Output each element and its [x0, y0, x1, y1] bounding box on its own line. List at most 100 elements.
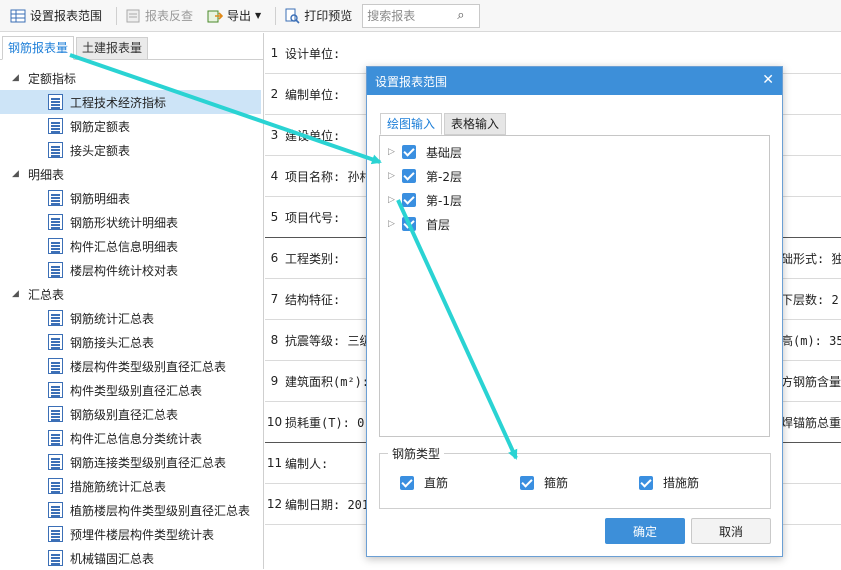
- tree-item[interactable]: 钢筋接头汇总表: [0, 330, 261, 354]
- collapse-arrow-icon[interactable]: ◢: [12, 289, 22, 299]
- tree-item-label: 钢筋明细表: [70, 191, 131, 206]
- expand-arrow-icon[interactable]: ▷: [388, 147, 402, 157]
- report-doc-icon: [48, 214, 63, 230]
- tab-table-input[interactable]: 表格输入: [444, 113, 507, 135]
- dialog-titlebar: 设置报表范围: [367, 67, 782, 95]
- tree-item[interactable]: 接头定额表: [0, 138, 261, 162]
- tree-item-label: 预埋件楼层构件类型统计表: [70, 527, 215, 542]
- rebar-type-checkbox[interactable]: [400, 475, 414, 490]
- print-preview-label: 打印预览: [304, 9, 353, 23]
- floor-label: 第-1层: [426, 193, 462, 208]
- row-number: 2: [270, 87, 279, 101]
- floor-checkbox[interactable]: [402, 193, 416, 207]
- set-report-range-dialog: 设置报表范围 ✕ 绘图输入 表格输入 ▷ 基础层 ▷ 第-2层 ▷ 第-1层 ▷ 首层 …: [366, 66, 783, 557]
- row-right-text: 础形式: 独: [781, 251, 841, 266]
- tree-item[interactable]: 钢筋定额表: [0, 114, 261, 138]
- row-number: 10: [266, 415, 283, 429]
- rebar-type-option[interactable]: 箍筋: [520, 474, 568, 491]
- export-button[interactable]: 导出 ▼: [203, 4, 265, 28]
- tree-item[interactable]: 工程技术经济指标: [0, 90, 261, 114]
- floor-item[interactable]: ▷ 第-1层: [388, 190, 462, 210]
- tree-item-label: 工程技术经济指标: [70, 95, 167, 110]
- row-right-text: 焊锚筋总重: [781, 415, 841, 430]
- export-icon: [207, 10, 224, 22]
- rebar-type-option[interactable]: 措施筋: [639, 474, 699, 491]
- search-icon[interactable]: ⌕: [457, 8, 464, 23]
- tree-group-label: 明细表: [28, 167, 65, 182]
- ok-button[interactable]: 确定: [605, 518, 685, 544]
- report-doc-icon: [48, 238, 63, 254]
- tree-item[interactable]: 措施筋统计汇总表: [0, 474, 261, 498]
- print-preview-button[interactable]: 打印预览: [280, 4, 356, 28]
- floor-item[interactable]: ▷ 基础层: [388, 142, 462, 162]
- row-number: 9: [270, 374, 279, 388]
- floor-item[interactable]: ▷ 首层: [388, 214, 450, 234]
- table-settings-icon: [10, 9, 26, 22]
- dropdown-arrow-icon: ▼: [255, 11, 262, 20]
- rebar-type-label: 箍筋: [544, 476, 569, 490]
- tree-group-summary[interactable]: ◢ 汇总表: [0, 282, 263, 306]
- rebar-type-checkbox[interactable]: [520, 475, 534, 490]
- row-caption: 编制人:: [285, 456, 329, 471]
- tree-item[interactable]: 钢筋连接类型级别直径汇总表: [0, 450, 261, 474]
- floor-checkbox[interactable]: [402, 169, 416, 183]
- expand-arrow-icon[interactable]: ▷: [388, 219, 402, 229]
- row-right-text: 方钢筋含量: [781, 374, 841, 389]
- row-caption: 抗震等级: 三级: [285, 333, 372, 348]
- tree-item[interactable]: 钢筋形状统计明细表: [0, 210, 261, 234]
- tree-item-label: 构件类型级别直径汇总表: [70, 383, 203, 398]
- report-doc-icon: [48, 358, 63, 374]
- tree-item[interactable]: 预埋件楼层构件类型统计表: [0, 522, 261, 546]
- report-doc-icon: [48, 382, 63, 398]
- report-doc-icon: [48, 94, 63, 110]
- tree-item[interactable]: 钢筋级别直径汇总表: [0, 402, 261, 426]
- tree-item[interactable]: 钢筋统计汇总表: [0, 306, 261, 330]
- report-tree-panel: 钢筋报表量 土建报表量 ◢ 定额指标 工程技术经济指标 钢筋定额表 接头定额表 ◢…: [0, 33, 264, 569]
- row-caption: 编制日期: 2018: [285, 497, 377, 512]
- tree-group-label: 定额指标: [28, 71, 77, 86]
- rebar-type-checkbox[interactable]: [639, 475, 653, 490]
- toolbar: 设置报表范围 报表反查 导出 ▼ 打印预览 ⌕: [0, 0, 841, 32]
- collapse-arrow-icon[interactable]: ◢: [12, 73, 22, 83]
- tab-rebar-report[interactable]: 钢筋报表量: [2, 36, 75, 60]
- dialog-title: 设置报表范围: [375, 74, 448, 89]
- tree-item[interactable]: 植筋楼层构件类型级别直径汇总表: [0, 498, 261, 522]
- report-doc-icon: [48, 406, 63, 422]
- close-icon[interactable]: ✕: [762, 72, 774, 88]
- tree-item[interactable]: 构件类型级别直径汇总表: [0, 378, 261, 402]
- report-doc-icon: [48, 526, 63, 542]
- tree-group-quota[interactable]: ◢ 定额指标: [0, 66, 263, 90]
- row-number: 1: [270, 46, 279, 60]
- print-preview-icon: [285, 8, 300, 24]
- report-doc-icon: [48, 118, 63, 134]
- floor-checkbox[interactable]: [402, 145, 416, 159]
- cancel-button[interactable]: 取消: [691, 518, 771, 544]
- tree-item[interactable]: 构件汇总信息明细表: [0, 234, 261, 258]
- search-input[interactable]: [363, 5, 458, 26]
- row-caption: 项目代号:: [285, 210, 341, 225]
- floor-label: 基础层: [426, 145, 463, 160]
- tree-item-label: 钢筋形状统计明细表: [70, 215, 179, 230]
- tree-group-detail[interactable]: ◢ 明细表: [0, 162, 263, 186]
- tree-item[interactable]: 构件汇总信息分类统计表: [0, 426, 261, 450]
- tree-item[interactable]: 钢筋明细表: [0, 186, 261, 210]
- floor-item[interactable]: ▷ 第-2层: [388, 166, 462, 186]
- report-check-button[interactable]: 报表反查: [121, 4, 197, 28]
- tree-item[interactable]: 楼层构件统计校对表: [0, 258, 261, 282]
- row-right-text: 高(m): 35: [781, 333, 841, 348]
- collapse-arrow-icon[interactable]: ◢: [12, 169, 22, 179]
- rebar-type-option[interactable]: 直筋: [400, 474, 448, 491]
- set-report-range-button[interactable]: 设置报表范围: [6, 4, 106, 28]
- tree-item[interactable]: 楼层构件类型级别直径汇总表: [0, 354, 261, 378]
- tree-item[interactable]: 机械锚固汇总表: [0, 546, 261, 570]
- report-doc-icon: [48, 430, 63, 446]
- floor-checkbox[interactable]: [402, 217, 416, 231]
- expand-arrow-icon[interactable]: ▷: [388, 195, 402, 205]
- tab-civil-report[interactable]: 土建报表量: [76, 37, 149, 59]
- tab-drawing-input[interactable]: 绘图输入: [380, 113, 443, 135]
- row-right-text: 下层数: 2: [781, 292, 839, 307]
- row-caption: 项目名称: 孙村: [285, 169, 372, 184]
- tree-item-label: 钢筋定额表: [70, 119, 131, 134]
- expand-arrow-icon[interactable]: ▷: [388, 171, 402, 181]
- tree-item-label: 植筋楼层构件类型级别直径汇总表: [70, 503, 251, 518]
